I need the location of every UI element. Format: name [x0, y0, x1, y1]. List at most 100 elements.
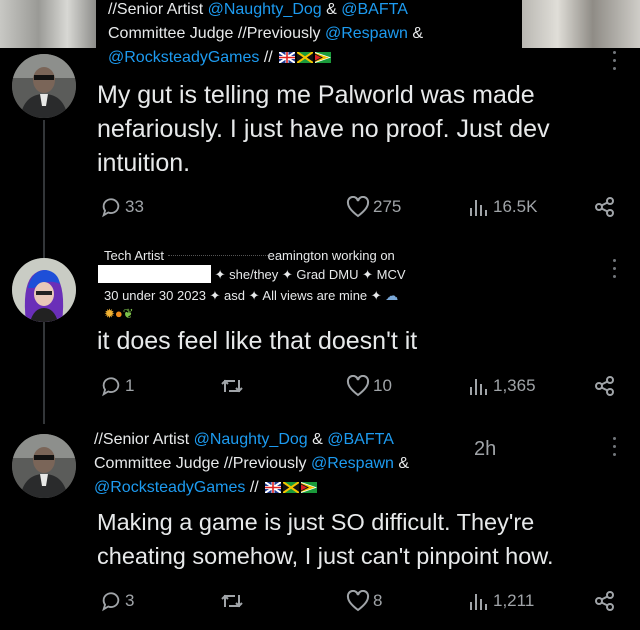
banner-fragment-left — [0, 0, 96, 48]
heart-icon — [346, 196, 370, 218]
author-bio-line3: 30 under 30 2023 ✦ asd ✦ All views are m… — [104, 286, 398, 305]
view-count: 16.5K — [493, 197, 538, 216]
heart-icon — [346, 590, 370, 612]
tweet-text-line: nefariously. I just have no proof. Just … — [97, 115, 550, 143]
view-count: 1,365 — [493, 376, 536, 395]
avatar-image — [12, 258, 76, 322]
share-button[interactable] — [594, 192, 616, 222]
mention-link[interactable]: @Respawn — [325, 25, 408, 42]
reply-icon — [102, 377, 120, 397]
share-button[interactable] — [594, 371, 616, 401]
views-icon — [470, 200, 487, 216]
retweet-icon — [221, 594, 243, 608]
heart-icon — [346, 375, 370, 397]
mention-link[interactable]: @Naughty_Dog — [194, 431, 308, 448]
reply-count: 1 — [125, 376, 135, 395]
tweet-text-line: My gut is telling me Palworld was made — [97, 81, 535, 109]
bio-text: & — [407, 25, 424, 42]
avatar-image — [12, 434, 76, 498]
bio-text: ✦ she/they ✦ Grad DMU ✦ MCV — [214, 267, 406, 282]
cloud-icon: ☁ — [385, 288, 399, 303]
mention-link[interactable]: @Respawn — [311, 455, 394, 472]
bio-text: Tech Artist — [104, 248, 164, 263]
bio-text: & — [307, 431, 328, 448]
jamaica-flag-icon — [297, 52, 314, 63]
author-bio-line2: Committee Judge //Previously @Respawn & — [94, 452, 409, 476]
timestamp[interactable]: 2h — [474, 438, 496, 461]
tweet-text-line: intuition. — [97, 149, 191, 177]
author-bio: //Senior Artist @Naughty_Dog & @BAFTA — [94, 428, 394, 452]
mention-link[interactable]: @RocksteadyGames — [94, 479, 245, 496]
like-count: 275 — [373, 197, 402, 216]
views-button[interactable]: 1,211 — [468, 586, 534, 616]
bio-emoji-row: ✹●❦ — [104, 304, 134, 323]
bio-text: & — [393, 455, 410, 472]
reply-button[interactable]: 1 — [100, 371, 134, 401]
avatar-image — [12, 54, 76, 118]
avatar[interactable] — [12, 258, 76, 322]
more-icon[interactable] — [611, 437, 617, 461]
leaf-icon: ❦ — [122, 306, 134, 321]
avatar[interactable] — [12, 434, 76, 498]
tweet-text: Making a game is just SO difficult. They… — [97, 505, 554, 573]
avatar[interactable] — [12, 54, 76, 118]
reply-count: 3 — [125, 591, 135, 610]
author-bio: Tech Artist eamington working on — [104, 246, 395, 265]
views-icon — [470, 379, 487, 395]
thread-line — [43, 324, 45, 424]
share-icon — [595, 197, 614, 217]
mention-link[interactable]: @Naughty_Dog — [208, 1, 322, 18]
uk-flag-icon — [265, 482, 282, 493]
views-button[interactable]: 1,365 — [468, 371, 536, 401]
tweet-actions: 3 8 1,211 — [96, 586, 626, 616]
mention-link[interactable]: @BAFTA — [341, 1, 408, 18]
share-button[interactable] — [594, 586, 616, 616]
like-count: 8 — [373, 591, 383, 610]
like-count: 10 — [373, 376, 392, 395]
guyana-flag-icon — [315, 52, 332, 63]
reply-button[interactable]: 3 — [100, 586, 134, 616]
reply-count: 33 — [125, 197, 144, 216]
bio-text: Committee Judge //Previously — [94, 455, 311, 472]
more-icon[interactable] — [611, 51, 617, 75]
tweet-actions: 33 275 16.5K — [96, 192, 626, 222]
jamaica-flag-icon — [283, 482, 300, 493]
bio-text: & — [321, 1, 342, 18]
share-icon — [595, 376, 614, 396]
guyana-flag-icon — [301, 482, 318, 493]
reply-button[interactable]: 33 — [100, 192, 144, 222]
like-button[interactable]: 275 — [346, 192, 401, 222]
tweet-text-line: Making a game is just SO difficult. They… — [97, 509, 535, 535]
bio-text: // — [259, 49, 273, 66]
share-icon — [595, 591, 614, 611]
bio-text: // — [245, 479, 259, 496]
retweet-icon — [221, 379, 243, 393]
tweet-text: it does feel like that doesn't it — [97, 327, 418, 355]
views-button[interactable]: 16.5K — [468, 192, 537, 222]
uk-flag-icon — [279, 52, 296, 63]
view-count: 1,211 — [493, 591, 535, 610]
bio-text: 30 under 30 2023 ✦ asd ✦ All views are m… — [104, 288, 382, 303]
tweet-text-line: cheating somehow, I just can't pinpoint … — [97, 543, 554, 569]
like-button[interactable]: 10 — [346, 371, 392, 401]
sparkle-icon: ✹ — [104, 306, 115, 321]
reply-icon — [102, 198, 120, 218]
more-icon[interactable] — [611, 259, 617, 283]
tweet-text: My gut is telling me Palworld was made n… — [97, 78, 550, 180]
mention-link[interactable]: @RocksteadyGames — [108, 49, 259, 66]
retweet-button[interactable] — [220, 586, 244, 616]
reply-icon — [102, 592, 120, 612]
sun-icon: ● — [114, 306, 123, 321]
bio-text: eamington working on — [267, 248, 395, 263]
bio-text: //Senior Artist — [108, 1, 208, 18]
author-bio-line2: Committee Judge //Previously @Respawn & — [108, 22, 423, 46]
bio-text: Committee Judge //Previously — [108, 25, 325, 42]
author-bio: //Senior Artist @Naughty_Dog & @BAFTA — [108, 0, 408, 22]
mention-link[interactable]: @BAFTA — [327, 431, 394, 448]
like-button[interactable]: 8 — [346, 586, 382, 616]
banner-fragment-right — [522, 0, 640, 48]
author-bio-line2: ✦ she/they ✦ Grad DMU ✦ MCV — [98, 265, 406, 284]
redacted-box — [98, 265, 211, 283]
retweet-button[interactable] — [220, 371, 244, 401]
redacted-name — [167, 255, 268, 256]
